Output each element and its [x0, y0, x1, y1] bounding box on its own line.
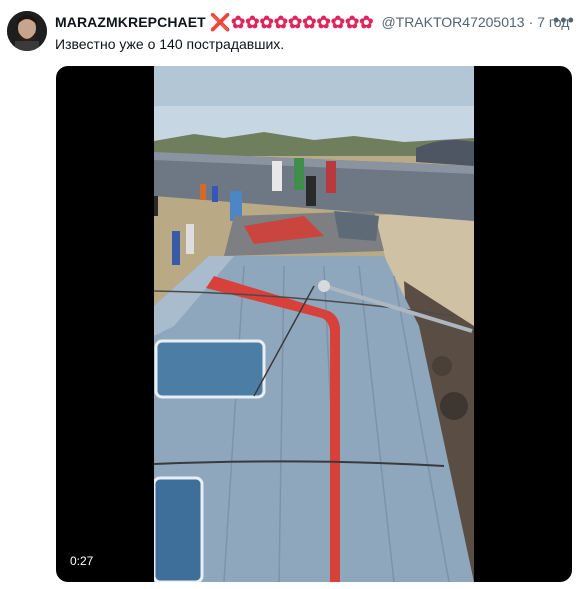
- tweet: MARAZMKREPCHAET ❌✿✿✿✿✿✿✿✿✿✿ @TRAKTOR4720…: [0, 0, 588, 589]
- display-name[interactable]: MARAZMKREPCHAET: [55, 14, 206, 30]
- user-handle[interactable]: @TRAKTOR47205013: [381, 14, 524, 30]
- video-car-window: [154, 339, 266, 399]
- more-options-icon[interactable]: •••: [553, 10, 575, 31]
- avatar[interactable]: [7, 11, 47, 51]
- video-frame: [154, 66, 474, 582]
- video-duration: 0:27: [70, 554, 94, 568]
- name-emoji-decoration: ❌✿✿✿✿✿✿✿✿✿✿: [209, 12, 374, 32]
- video-player[interactable]: 0:27: [56, 66, 572, 582]
- tweet-text: Известно уже о 140 пострадавших.: [55, 36, 285, 52]
- avatar-image: [7, 11, 47, 51]
- tweet-header: MARAZMKREPCHAET ❌✿✿✿✿✿✿✿✿✿✿ @TRAKTOR4720…: [55, 12, 569, 32]
- separator-dot: ·: [528, 14, 534, 30]
